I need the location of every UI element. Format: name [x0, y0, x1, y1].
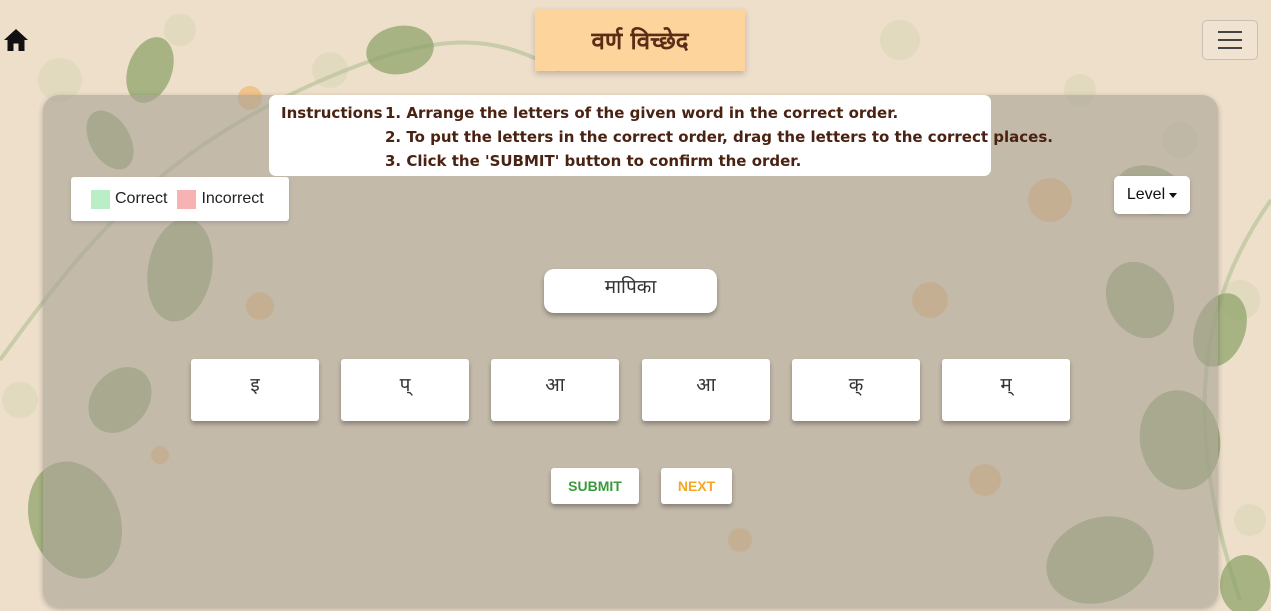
hamburger-menu-button[interactable]	[1202, 20, 1258, 60]
instruction-step: 2. To put the letters in the correct ord…	[385, 128, 1053, 146]
letter-tile-text: प्	[399, 374, 411, 396]
correct-swatch	[91, 189, 110, 209]
target-word-text: मापिका	[604, 276, 657, 298]
hamburger-line	[1218, 47, 1242, 49]
level-dropdown-label: Level	[1126, 186, 1166, 203]
instruction-step: 3. Click the 'SUBMIT' button to confirm …	[385, 152, 802, 170]
caret-down-icon	[1169, 192, 1178, 198]
hamburger-menu-icon	[1218, 31, 1242, 33]
page-title: वर्ण विच्छेद	[535, 9, 745, 71]
legend-label: Correct	[115, 190, 168, 207]
next-button-label: NEXT	[677, 478, 716, 494]
instructions-box: Instructions : 1. Arrange the letters of…	[269, 95, 1053, 176]
letter-tile[interactable]: आ	[491, 359, 619, 421]
home-button[interactable]	[3, 27, 29, 53]
incorrect-swatch	[177, 189, 197, 209]
target-word: मापिका	[544, 269, 717, 313]
letter-tile-text: आ	[545, 374, 565, 396]
letter-tile-text: आ	[696, 374, 716, 396]
letter-tile-text: म्	[1000, 374, 1012, 396]
letter-tile-text: क्	[848, 374, 864, 396]
legend-label: Incorrect	[201, 190, 264, 207]
letter-tile[interactable]: इ	[191, 359, 319, 421]
instruction-step: 1. Arrange the letters of the given word…	[385, 104, 899, 122]
submit-button-label: SUBMIT	[568, 478, 622, 494]
home-icon	[4, 29, 28, 51]
hamburger-line	[1218, 39, 1242, 41]
legend-item-incorrect: Incorrect	[177, 189, 264, 209]
letter-tile-text: इ	[250, 374, 260, 396]
level-dropdown[interactable]: Level	[1114, 176, 1190, 214]
letter-tile[interactable]: म्	[942, 359, 1070, 421]
instructions-label: Instructions :	[281, 104, 394, 122]
letter-tile[interactable]: क्	[792, 359, 920, 421]
letter-tile[interactable]: प्	[341, 359, 469, 421]
submit-button[interactable]: SUBMIT	[551, 468, 639, 504]
legend-item-correct: Correct	[91, 189, 168, 209]
letter-tile[interactable]: आ	[642, 359, 770, 421]
page-title-text: वर्ण विच्छेद	[591, 26, 689, 55]
legend: Correct Incorrect	[71, 177, 289, 221]
next-button[interactable]: NEXT	[661, 468, 732, 504]
